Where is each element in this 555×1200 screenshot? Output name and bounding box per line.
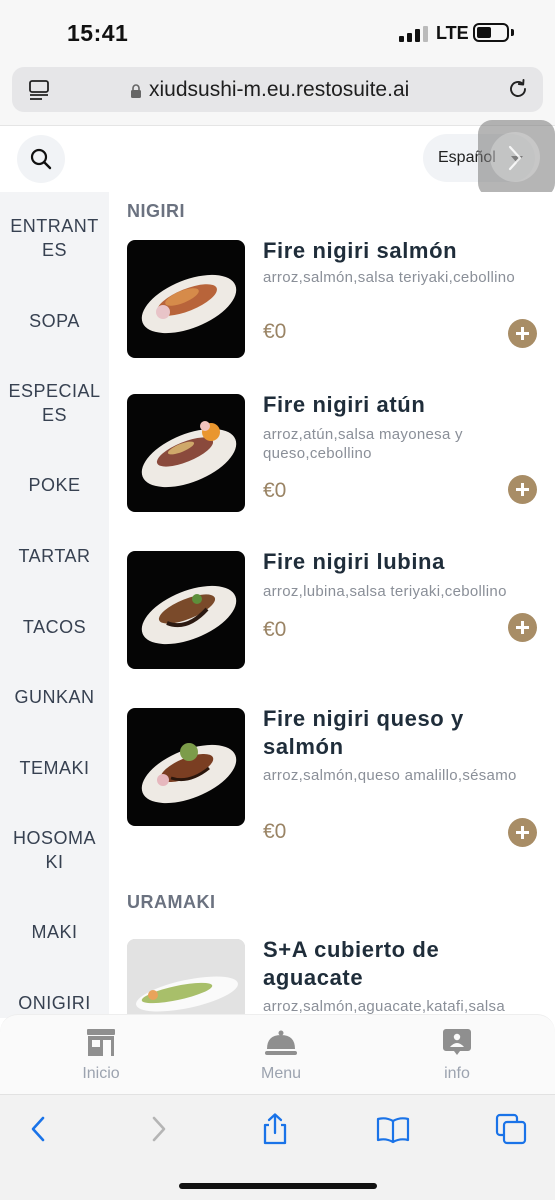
category-entrantes[interactable]: ENTRANT ES	[0, 214, 109, 262]
dish-photo	[127, 551, 245, 669]
item-description: arroz,atún,salsa mayonesa y queso,ceboll…	[263, 426, 463, 462]
cloche-icon	[265, 1030, 297, 1055]
item-price: €0	[263, 320, 287, 343]
item-name: Fire nigiri lubina	[263, 549, 445, 574]
item-name: Fire nigiri atún	[263, 392, 426, 417]
network-type: LTE	[436, 23, 469, 43]
item-description: arroz,salmón,queso amalillo,sésamo	[263, 767, 517, 784]
nav-menu[interactable]: Menu	[221, 1027, 341, 1083]
category-sidebar: ENTRANT ES SOPA ESPECIAL ES POKE TARTAR TA…	[0, 192, 109, 1018]
category-especiales[interactable]: ESPECIAL ES	[0, 379, 109, 427]
add-item-button[interactable]	[508, 475, 537, 504]
chevron-right-icon	[508, 145, 522, 171]
category-hosomaki[interactable]: HOSOMA KI	[0, 826, 109, 874]
home-indicator	[179, 1183, 377, 1189]
dish-photo	[127, 240, 245, 358]
dish-photo	[127, 708, 245, 826]
nav-info[interactable]: info	[397, 1027, 517, 1083]
item-name: S+A cubierto de aguacate	[263, 937, 440, 990]
menu-item[interactable]: Fire nigiri salmón arroz,salmón,salsa te…	[127, 238, 537, 370]
nav-inicio[interactable]: Inicio	[41, 1027, 161, 1083]
menu-content: NIGIRI Fire nigiri salmón arroz,salmón,s…	[109, 192, 555, 1018]
page-menu-icon[interactable]	[28, 79, 50, 101]
next-button[interactable]	[478, 120, 555, 197]
category-temaki[interactable]: TEMAKI	[0, 756, 109, 780]
section-title-uramaki: URAMAKI	[127, 892, 216, 912]
category-maki[interactable]: MAKI	[0, 920, 109, 944]
signal-icon	[399, 26, 429, 42]
item-description: arroz,salmón,salsa teriyaki,cebollino	[263, 269, 516, 286]
browser-url-area: xiudsushi-m.eu.restosuite.ai	[0, 62, 555, 126]
add-item-button[interactable]	[508, 818, 537, 847]
category-poke[interactable]: POKE	[0, 473, 109, 497]
battery-icon	[473, 23, 509, 42]
menu-item[interactable]: Fire nigiri queso y salmón arroz,salmón,…	[127, 706, 537, 847]
menu-item[interactable]: Fire nigiri atún arroz,atún,salsa mayone…	[127, 392, 537, 524]
category-sopa[interactable]: SOPA	[0, 309, 109, 333]
lock-icon	[131, 84, 141, 98]
category-tacos[interactable]: TACOS	[0, 615, 109, 639]
category-onigiri[interactable]: ONIGIRI	[0, 991, 109, 1015]
nav-label: info	[444, 1065, 470, 1082]
status-bar: 15:41 LTE	[0, 0, 555, 62]
search-button[interactable]	[17, 135, 65, 183]
category-tartar[interactable]: TARTAR	[0, 544, 109, 568]
share-icon[interactable]	[258, 1112, 292, 1146]
nav-label: Menu	[260, 1065, 302, 1082]
item-name: Fire nigiri salmón	[263, 238, 458, 263]
section-title-nigiri: NIGIRI	[127, 201, 186, 221]
status-time: 15:41	[67, 20, 129, 46]
item-name: Fire nigiri queso y salmón	[263, 706, 464, 759]
battery-cap	[511, 29, 514, 36]
store-icon	[87, 1029, 115, 1056]
menu-item[interactable]: S+A cubierto de aguacate arroz,salmón,ag…	[127, 937, 537, 1018]
nav-label: Inicio	[82, 1065, 120, 1082]
tabs-icon[interactable]	[494, 1112, 528, 1146]
site-toolbar: Español	[0, 120, 555, 197]
address-bar[interactable]: xiudsushi-m.eu.restosuite.ai	[12, 67, 543, 112]
bookmarks-icon[interactable]	[376, 1112, 410, 1146]
item-description: arroz,lubina,salsa teriyaki,cebollino	[263, 583, 507, 600]
dish-photo	[127, 394, 245, 512]
add-item-button[interactable]	[508, 613, 537, 642]
item-price: €0	[263, 618, 287, 641]
item-price: €0	[263, 479, 287, 502]
info-icon	[443, 1029, 471, 1055]
add-item-button[interactable]	[508, 319, 537, 348]
browser-toolbar	[0, 1094, 555, 1200]
back-icon[interactable]	[22, 1112, 56, 1146]
bottom-nav: Inicio Menu info	[0, 1014, 555, 1094]
reload-icon[interactable]	[507, 78, 529, 100]
forward-icon[interactable]	[141, 1112, 175, 1146]
category-gunkan[interactable]: GUNKAN	[0, 685, 109, 709]
item-price: €0	[263, 820, 287, 843]
search-icon	[30, 148, 52, 170]
url-text: xiudsushi-m.eu.restosuite.ai	[149, 78, 410, 101]
menu-item[interactable]: Fire nigiri lubina arroz,lubina,salsa te…	[127, 549, 537, 681]
dish-photo	[127, 939, 245, 1018]
